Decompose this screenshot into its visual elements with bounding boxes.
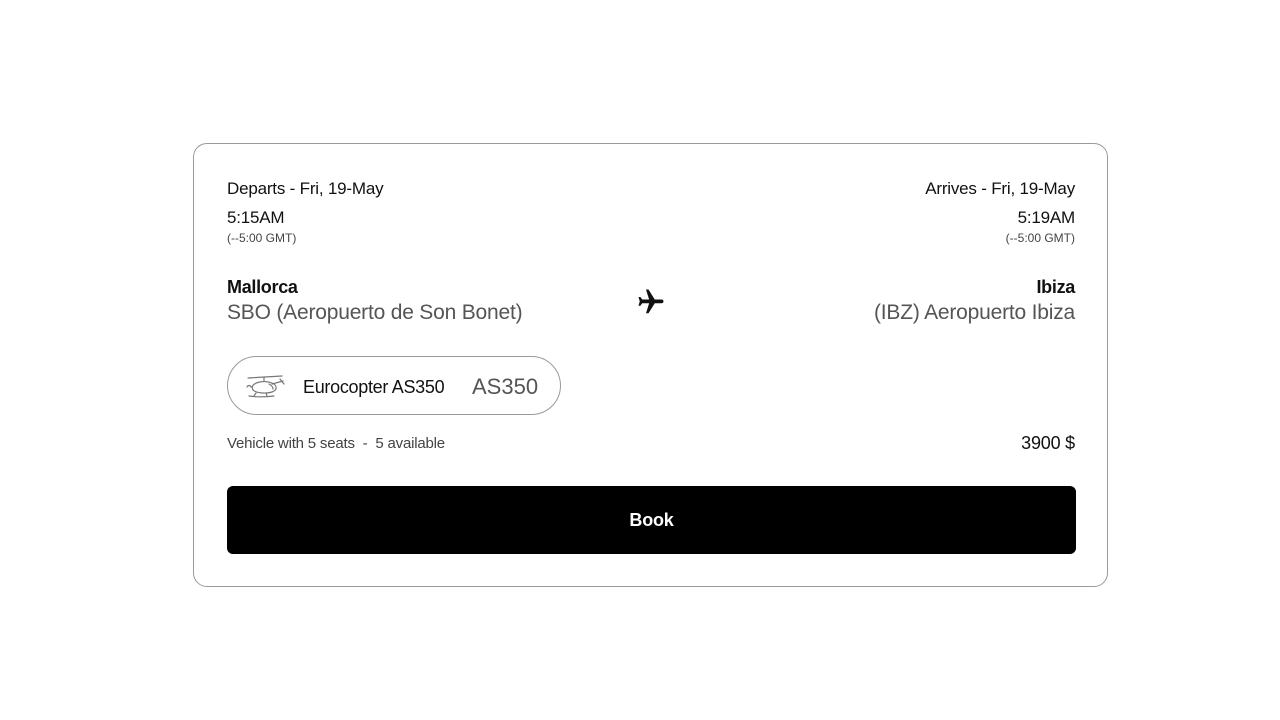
arrival-date: Arrives - Fri, 19-May [925, 179, 1075, 198]
flight-card: Departs - Fri, 19-May 5:15AM (--5:00 GMT… [193, 143, 1108, 587]
helicopter-icon [244, 372, 286, 400]
vehicle-chip[interactable]: Eurocopter AS350 AS350 [227, 356, 561, 415]
departure-city: Mallorca [227, 277, 298, 297]
arrival-city: Ibiza [1036, 277, 1075, 297]
book-button[interactable]: Book [227, 486, 1076, 554]
vehicle-code: AS350 [472, 374, 539, 399]
seats-availability: Vehicle with 5 seats - 5 available [227, 435, 445, 452]
airplane-icon [636, 287, 666, 317]
price: 3900 $ [1021, 433, 1075, 453]
arrival-time: 5:19AM [1017, 208, 1076, 227]
departure-date: Departs - Fri, 19-May [227, 179, 384, 198]
departure-timezone: (--5:00 GMT) [227, 231, 297, 245]
departure-time: 5:15AM [227, 208, 285, 227]
arrival-timezone: (--5:00 GMT) [1005, 231, 1075, 245]
arrival-airport: (IBZ) Aeropuerto Ibiza [873, 301, 1075, 324]
vehicle-name: Eurocopter AS350 [303, 377, 445, 397]
departure-airport: SBO (Aeropuerto de Son Bonet) [227, 301, 523, 324]
